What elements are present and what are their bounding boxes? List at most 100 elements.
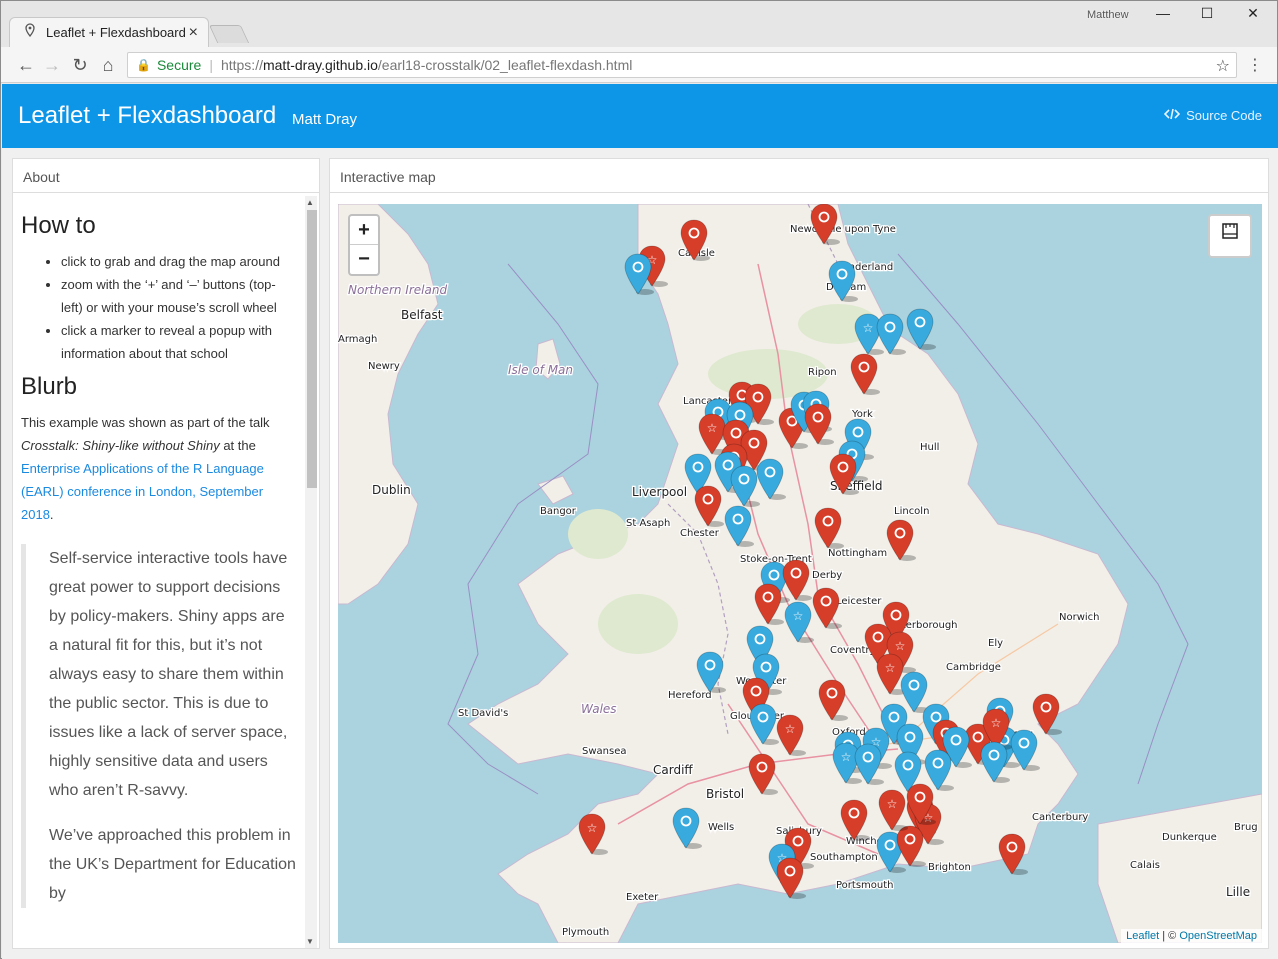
map-label: Hull [920,442,939,453]
howto-heading: How to [21,212,96,239]
about-header: About [13,159,319,193]
map-label: Ely [988,638,1003,649]
dashboard-title: Leaflet + Flexdashboard [18,102,277,129]
dashboard: Leaflet + Flexdashboard Matt Dray Source… [2,84,1278,959]
earl-link[interactable]: Enterprise Applications of the R Languag… [21,461,264,522]
forward-arrow-icon[interactable]: → [41,55,63,75]
maximize-icon[interactable]: ☐ [1185,5,1229,22]
map-label: Brug [1234,822,1258,833]
map-label: Northern Ireland [348,283,447,297]
map-label: St David's [458,708,508,719]
blurb-pre: This example was shown as part of the ta… [21,415,270,430]
quote-paragraph: Self-service interactive tools have grea… [49,550,288,799]
source-code-link[interactable]: Source Code [1163,108,1262,123]
blurb-end: . [49,507,54,522]
lock-icon: 🔒 [136,58,151,72]
minimize-icon[interactable]: — [1141,5,1185,21]
star-icon: ☆ [793,609,804,623]
star-icon: ☆ [885,661,896,675]
zoom-out-button[interactable]: − [350,245,378,274]
map-label: Cardiff [653,763,693,777]
list-item: click to grab and drag the map around [61,250,297,273]
measure-tool-button[interactable] [1208,214,1252,258]
map-label: Exeter [626,892,659,903]
browser-menu-icon[interactable]: ⋮ [1247,55,1263,75]
map-label: Portsmouth [836,880,894,891]
reload-icon[interactable]: ↻ [69,55,91,75]
new-tab-button[interactable] [208,25,250,43]
osm-link[interactable]: OpenStreetMap [1179,930,1257,942]
map-label: Norwich [1059,612,1100,623]
attribution-sep: | © [1159,930,1180,942]
map-label: Plymouth [562,927,609,938]
tab-title: Leaflet + Flexdashboard [46,25,186,40]
map-label: Wales [581,702,617,716]
title-bar: Leaflet + Flexdashboard × Matthew — ☐ ✕ [1,1,1277,47]
address-bar[interactable]: 🔒 Secure | https://matt-dray.github.io/e… [127,52,1237,78]
map-panel: Interactive map Northern Ireland Belfast… [329,158,1269,949]
map-label: Lincoln [894,506,929,517]
url-host: matt-dray.github.io [262,57,378,73]
map-label: Swansea [582,746,626,757]
browser-tab[interactable]: Leaflet + Flexdashboard × [9,17,209,47]
map-label: Southampton [810,852,878,863]
map-label: Liverpool [632,485,687,499]
map-label: Cambridge [946,662,1001,673]
bookmark-star-icon[interactable]: ☆ [1216,56,1230,76]
map-label: Nottingham [828,548,887,559]
map-label: Derby [812,570,842,581]
star-icon: ☆ [707,421,718,435]
map-label: St Asaph [626,518,670,529]
map-label: Ripon [808,367,837,378]
map-tiles: Northern Ireland Belfast Armagh Newry Isle o… [338,204,1262,943]
map-label: Hereford [668,690,712,701]
blurb-quote: Self-service interactive tools have grea… [21,544,297,908]
scroll-up-icon[interactable]: ▲ [306,198,314,207]
scroll-down-icon[interactable]: ▼ [306,937,314,946]
talk-title: Crosstalk: Shiny-like without Shiny [21,438,220,453]
star-icon: ☆ [991,716,1002,730]
map-header: Interactive map [330,159,1268,193]
home-icon[interactable]: ⌂ [97,55,119,75]
about-content: How to click to grab and drag the map ar… [13,194,305,948]
map-label: Chester [680,528,720,539]
map-label: Calais [1130,860,1160,871]
interactive-map[interactable]: Northern Ireland Belfast Armagh Newry Isle o… [338,204,1262,943]
map-label: Wells [708,822,734,833]
star-icon: ☆ [587,821,598,835]
dashboard-navbar: Leaflet + Flexdashboard Matt Dray Source… [2,84,1278,148]
star-icon: ☆ [785,722,796,736]
address-separator: | [209,57,213,73]
about-scrollbar[interactable]: ▲ ▼ [305,196,317,948]
quote-paragraph: We’ve approached this problem in the UK’… [49,827,296,902]
map-label: Bangor [540,506,577,517]
back-arrow-icon[interactable]: ← [15,55,37,75]
map-label: Bristol [706,787,744,801]
zoom-in-button[interactable]: + [350,216,378,245]
blurb-heading: Blurb [21,373,78,400]
leaflet-link[interactable]: Leaflet [1126,930,1159,942]
tab-close-icon[interactable]: × [189,24,198,42]
map-label: Dublin [372,483,411,497]
star-icon: ☆ [887,797,898,811]
map-label: Dunkerque [1162,832,1217,843]
secure-label: Secure [156,57,202,73]
close-window-icon[interactable]: ✕ [1231,5,1275,22]
map-label: Newcastle upon Tyne [790,224,896,235]
blurb-mid: at the [219,438,256,453]
map-label: Canterbury [1032,812,1088,823]
list-item: zoom with the ‘+’ and ‘–’ buttons (top-l… [61,273,297,319]
star-icon: ☆ [863,321,874,335]
browser-toolbar: ← → ↻ ⌂ 🔒 Secure | https://matt-dray.git… [1,47,1277,83]
map-label: Belfast [401,308,443,322]
map-label: Armagh [338,334,377,345]
scroll-thumb[interactable] [307,210,317,488]
blurb-text: This example was shown as part of the ta… [21,411,297,526]
source-code-label: Source Code [1186,108,1262,123]
star-icon: ☆ [895,639,906,653]
profile-name[interactable]: Matthew [1087,9,1129,21]
url-path: /earl18-crosstalk/02_leaflet-flexdash.ht… [377,57,633,73]
map-label: Isle of Man [508,363,573,377]
map-label: York [851,409,873,420]
map-label: Leicester [836,596,882,607]
